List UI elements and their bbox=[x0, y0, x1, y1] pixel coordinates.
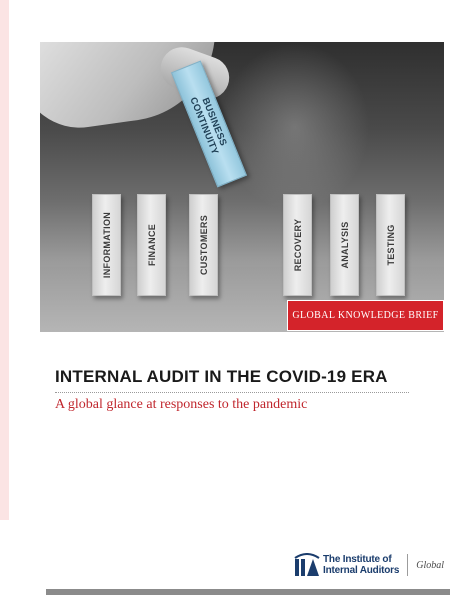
block-label: FINANCE bbox=[146, 223, 157, 267]
block-analysis: ANALYSIS bbox=[330, 194, 359, 296]
footer-bar bbox=[46, 589, 450, 595]
document-title: INTERNAL AUDIT IN THE COVID-19 ERA bbox=[55, 367, 388, 386]
block-recovery: RECOVERY bbox=[283, 194, 312, 296]
cover-photo: BUSINESS CONTINUITY INFORMATION FINANCE … bbox=[40, 42, 444, 332]
logo-line1: The Institute of bbox=[323, 554, 392, 565]
badge-label: GLOBAL KNOWLEDGE BRIEF bbox=[292, 310, 439, 321]
logo-text: The Institute of Internal Auditors bbox=[323, 554, 399, 576]
block-label: TESTING bbox=[385, 224, 396, 266]
left-edge-strip bbox=[0, 0, 9, 520]
iia-logo-icon bbox=[294, 553, 320, 576]
block-label: INFORMATION bbox=[101, 211, 112, 279]
block-information: INFORMATION bbox=[92, 194, 121, 296]
block-customers: CUSTOMERS bbox=[189, 194, 218, 296]
block-label: RECOVERY bbox=[292, 218, 303, 272]
logo-separator bbox=[407, 554, 409, 576]
document-page: BUSINESS CONTINUITY INFORMATION FINANCE … bbox=[9, 0, 471, 600]
block-testing: TESTING bbox=[376, 194, 405, 296]
block-label: ANALYSIS bbox=[339, 221, 350, 269]
title-divider bbox=[55, 392, 409, 393]
iia-logo: The Institute of Internal Auditors Globa… bbox=[294, 552, 444, 578]
global-knowledge-brief-badge: GLOBAL KNOWLEDGE BRIEF bbox=[287, 300, 444, 331]
block-label: CUSTOMERS bbox=[198, 214, 209, 276]
photo-background-glow bbox=[220, 42, 370, 212]
logo-line2: Internal Auditors bbox=[323, 565, 400, 576]
document-subtitle: A global glance at responses to the pand… bbox=[55, 397, 308, 412]
logo-region: Global bbox=[416, 559, 445, 571]
block-finance: FINANCE bbox=[137, 194, 166, 296]
